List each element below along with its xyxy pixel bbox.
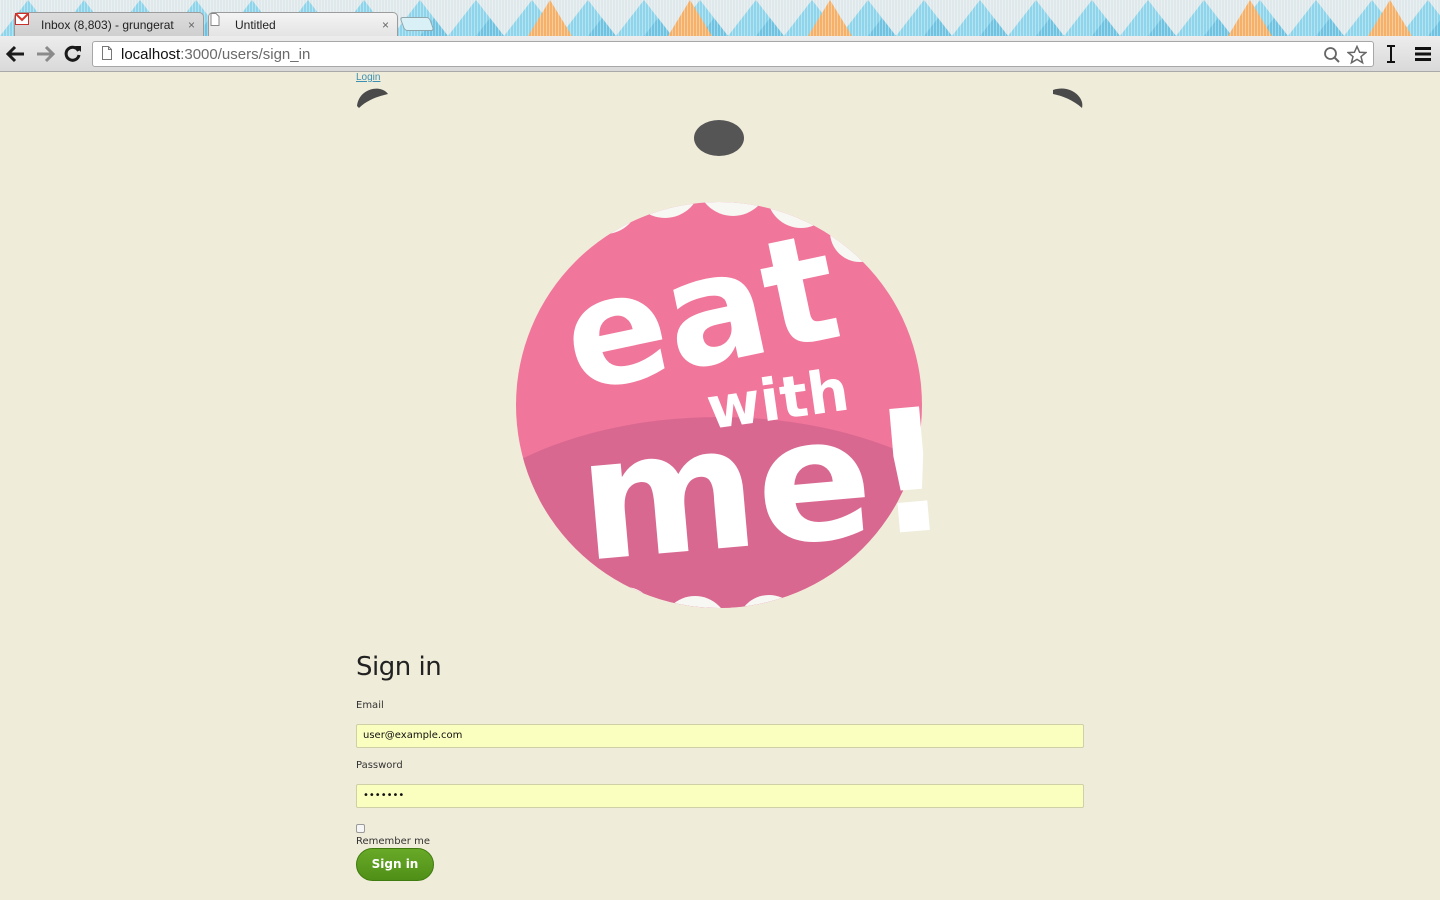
gmail-icon bbox=[15, 13, 37, 31]
tab-untitled[interactable]: Untitled × bbox=[208, 12, 398, 36]
password-field[interactable]: ••••••• bbox=[356, 784, 1084, 808]
browser-toolbar: localhost:3000/users/sign_in bbox=[0, 36, 1440, 72]
remember-me-label: Remember me bbox=[356, 836, 430, 847]
star-icon[interactable] bbox=[1346, 44, 1368, 69]
reload-icon bbox=[64, 45, 81, 62]
page-icon bbox=[101, 45, 113, 64]
url-text[interactable]: localhost:3000/users/sign_in bbox=[121, 46, 310, 63]
arrow-right-icon bbox=[37, 45, 55, 63]
search-icon[interactable] bbox=[1323, 46, 1341, 68]
sign-in-button[interactable]: Sign in bbox=[356, 848, 434, 881]
page-icon bbox=[210, 13, 231, 31]
sign-in-form: Sign in Email user@example.com Password … bbox=[356, 652, 1084, 881]
menu-icon[interactable] bbox=[1412, 43, 1434, 65]
tab-title: Untitled bbox=[235, 17, 276, 32]
logo: eat with me! bbox=[355, 82, 1085, 622]
address-bar[interactable]: localhost:3000/users/sign_in bbox=[92, 41, 1374, 67]
email-label: Email bbox=[356, 700, 384, 711]
new-tab-button[interactable] bbox=[399, 17, 435, 31]
remember-me-checkbox[interactable] bbox=[356, 824, 365, 833]
tab-inbox[interactable]: Inbox (8,803) - grungerat × bbox=[14, 12, 204, 36]
tab-title: Inbox (8,803) - grungerat bbox=[41, 17, 174, 32]
logo-text-me: me! bbox=[571, 371, 957, 600]
arrow-left-icon bbox=[6, 45, 24, 63]
close-icon[interactable]: × bbox=[188, 18, 195, 32]
eat-with-me-logo: eat with me! bbox=[357, 88, 1083, 608]
page-title: Sign in bbox=[356, 652, 442, 682]
back-button[interactable] bbox=[4, 42, 28, 66]
cursor-extension-icon[interactable] bbox=[1380, 43, 1402, 65]
reload-button[interactable] bbox=[61, 42, 85, 66]
page-content: Login eat with me! Sign in Email user@ex… bbox=[0, 72, 1440, 900]
password-label: Password bbox=[356, 760, 403, 771]
email-field[interactable]: user@example.com bbox=[356, 724, 1084, 748]
tab-strip: Inbox (8,803) - grungerat × Untitled × bbox=[0, 0, 1440, 36]
forward-button[interactable] bbox=[33, 42, 57, 66]
close-icon[interactable]: × bbox=[382, 18, 389, 32]
